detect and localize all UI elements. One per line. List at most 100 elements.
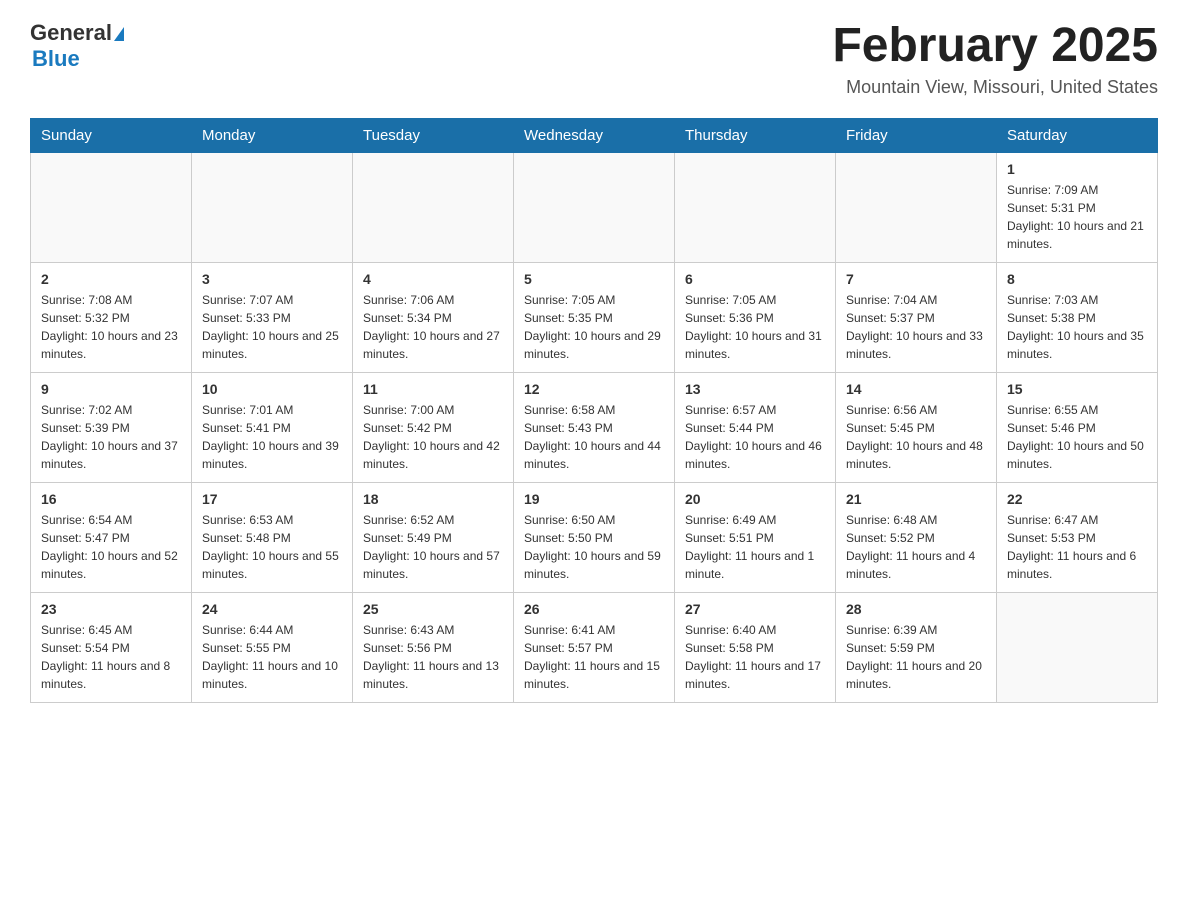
logo-general-text: General xyxy=(30,20,112,46)
day-number: 10 xyxy=(202,381,342,397)
month-title: February 2025 xyxy=(832,20,1158,73)
calendar-cell: 1 Sunrise: 7:09 AM Sunset: 5:31 PM Daylig… xyxy=(997,152,1158,262)
day-number: 16 xyxy=(41,491,181,507)
day-info: Sunrise: 6:49 AM Sunset: 5:51 PM Dayligh… xyxy=(685,511,825,583)
calendar-cell xyxy=(675,152,836,262)
calendar-header-row: SundayMondayTuesdayWednesdayThursdayFrid… xyxy=(31,118,1158,152)
calendar-cell: 7 Sunrise: 7:04 AM Sunset: 5:37 PM Daylig… xyxy=(836,262,997,372)
calendar-cell xyxy=(514,152,675,262)
calendar-cell xyxy=(353,152,514,262)
calendar-cell: 13 Sunrise: 6:57 AM Sunset: 5:44 PM Dayli… xyxy=(675,372,836,482)
logo-triangle-icon xyxy=(114,27,124,41)
calendar-cell xyxy=(997,592,1158,702)
day-info: Sunrise: 6:57 AM Sunset: 5:44 PM Dayligh… xyxy=(685,401,825,473)
day-number: 28 xyxy=(846,601,986,617)
day-info: Sunrise: 7:06 AM Sunset: 5:34 PM Dayligh… xyxy=(363,291,503,363)
day-info: Sunrise: 6:43 AM Sunset: 5:56 PM Dayligh… xyxy=(363,621,503,693)
calendar-cell: 26Sunrise: 6:41 AM Sunset: 5:57 PM Dayli… xyxy=(514,592,675,702)
day-number: 11 xyxy=(363,381,503,397)
calendar-cell: 6 Sunrise: 7:05 AM Sunset: 5:36 PM Daylig… xyxy=(675,262,836,372)
logo: General Blue xyxy=(30,20,126,72)
calendar-cell: 22 Sunrise: 6:47 AM Sunset: 5:53 PM Dayli… xyxy=(997,482,1158,592)
calendar-cell xyxy=(31,152,192,262)
day-info: Sunrise: 7:09 AM Sunset: 5:31 PM Dayligh… xyxy=(1007,181,1147,253)
calendar-cell: 21 Sunrise: 6:48 AM Sunset: 5:52 PM Dayli… xyxy=(836,482,997,592)
calendar-cell: 23 Sunrise: 6:45 AM Sunset: 5:54 PM Dayli… xyxy=(31,592,192,702)
day-header-friday: Friday xyxy=(836,118,997,152)
calendar-cell: 18Sunrise: 6:52 AM Sunset: 5:49 PM Dayli… xyxy=(353,482,514,592)
day-number: 8 xyxy=(1007,271,1147,287)
day-info: Sunrise: 6:40 AM Sunset: 5:58 PM Dayligh… xyxy=(685,621,825,693)
day-header-sunday: Sunday xyxy=(31,118,192,152)
calendar-cell: 19 Sunrise: 6:50 AM Sunset: 5:50 PM Dayli… xyxy=(514,482,675,592)
calendar-cell: 10 Sunrise: 7:01 AM Sunset: 5:41 PM Dayli… xyxy=(192,372,353,482)
day-number: 1 xyxy=(1007,161,1147,177)
day-header-saturday: Saturday xyxy=(997,118,1158,152)
day-number: 27 xyxy=(685,601,825,617)
day-number: 14 xyxy=(846,381,986,397)
day-number: 15 xyxy=(1007,381,1147,397)
title-area: February 2025 Mountain View, Missouri, U… xyxy=(832,20,1158,98)
day-number: 24 xyxy=(202,601,342,617)
day-header-wednesday: Wednesday xyxy=(514,118,675,152)
calendar-cell: 15 Sunrise: 6:55 AM Sunset: 5:46 PM Dayli… xyxy=(997,372,1158,482)
day-info: Sunrise: 6:58 AM Sunset: 5:43 PM Dayligh… xyxy=(524,401,664,473)
day-number: 19 xyxy=(524,491,664,507)
calendar-cell xyxy=(192,152,353,262)
calendar-cell: 27 Sunrise: 6:40 AM Sunset: 5:58 PM Dayli… xyxy=(675,592,836,702)
day-number: 22 xyxy=(1007,491,1147,507)
calendar-cell: 20 Sunrise: 6:49 AM Sunset: 5:51 PM Dayli… xyxy=(675,482,836,592)
day-info: Sunrise: 7:03 AM Sunset: 5:38 PM Dayligh… xyxy=(1007,291,1147,363)
day-number: 6 xyxy=(685,271,825,287)
day-info: Sunrise: 6:55 AM Sunset: 5:46 PM Dayligh… xyxy=(1007,401,1147,473)
calendar-cell: 2 Sunrise: 7:08 AM Sunset: 5:32 PM Daylig… xyxy=(31,262,192,372)
day-info: Sunrise: 7:08 AM Sunset: 5:32 PM Dayligh… xyxy=(41,291,181,363)
day-info: Sunrise: 6:47 AM Sunset: 5:53 PM Dayligh… xyxy=(1007,511,1147,583)
page-header: General Blue February 2025 Mountain View… xyxy=(30,20,1158,98)
day-info: Sunrise: 7:02 AM Sunset: 5:39 PM Dayligh… xyxy=(41,401,181,473)
calendar-cell: 14 Sunrise: 6:56 AM Sunset: 5:45 PM Dayli… xyxy=(836,372,997,482)
day-number: 5 xyxy=(524,271,664,287)
day-header-monday: Monday xyxy=(192,118,353,152)
day-number: 21 xyxy=(846,491,986,507)
calendar-cell: 25Sunrise: 6:43 AM Sunset: 5:56 PM Dayli… xyxy=(353,592,514,702)
logo-blue-text: Blue xyxy=(32,46,80,72)
day-header-tuesday: Tuesday xyxy=(353,118,514,152)
calendar-cell: 28 Sunrise: 6:39 AM Sunset: 5:59 PM Dayli… xyxy=(836,592,997,702)
day-info: Sunrise: 7:04 AM Sunset: 5:37 PM Dayligh… xyxy=(846,291,986,363)
day-number: 12 xyxy=(524,381,664,397)
day-number: 13 xyxy=(685,381,825,397)
week-row-3: 9 Sunrise: 7:02 AM Sunset: 5:39 PM Daylig… xyxy=(31,372,1158,482)
calendar-cell: 24Sunrise: 6:44 AM Sunset: 5:55 PM Dayli… xyxy=(192,592,353,702)
day-info: Sunrise: 6:48 AM Sunset: 5:52 PM Dayligh… xyxy=(846,511,986,583)
day-info: Sunrise: 6:39 AM Sunset: 5:59 PM Dayligh… xyxy=(846,621,986,693)
day-info: Sunrise: 7:05 AM Sunset: 5:36 PM Dayligh… xyxy=(685,291,825,363)
calendar-cell: 3 Sunrise: 7:07 AM Sunset: 5:33 PM Daylig… xyxy=(192,262,353,372)
calendar-cell: 4 Sunrise: 7:06 AM Sunset: 5:34 PM Daylig… xyxy=(353,262,514,372)
calendar-cell: 9 Sunrise: 7:02 AM Sunset: 5:39 PM Daylig… xyxy=(31,372,192,482)
location-text: Mountain View, Missouri, United States xyxy=(832,77,1158,98)
calendar-cell: 17 Sunrise: 6:53 AM Sunset: 5:48 PM Dayli… xyxy=(192,482,353,592)
day-number: 3 xyxy=(202,271,342,287)
day-info: Sunrise: 6:45 AM Sunset: 5:54 PM Dayligh… xyxy=(41,621,181,693)
calendar-cell: 5 Sunrise: 7:05 AM Sunset: 5:35 PM Daylig… xyxy=(514,262,675,372)
day-info: Sunrise: 6:54 AM Sunset: 5:47 PM Dayligh… xyxy=(41,511,181,583)
calendar-cell: 12 Sunrise: 6:58 AM Sunset: 5:43 PM Dayli… xyxy=(514,372,675,482)
day-info: Sunrise: 7:00 AM Sunset: 5:42 PM Dayligh… xyxy=(363,401,503,473)
day-number: 20 xyxy=(685,491,825,507)
day-number: 23 xyxy=(41,601,181,617)
day-info: Sunrise: 7:07 AM Sunset: 5:33 PM Dayligh… xyxy=(202,291,342,363)
day-number: 4 xyxy=(363,271,503,287)
day-number: 9 xyxy=(41,381,181,397)
day-number: 17 xyxy=(202,491,342,507)
week-row-2: 2 Sunrise: 7:08 AM Sunset: 5:32 PM Daylig… xyxy=(31,262,1158,372)
day-info: Sunrise: 6:50 AM Sunset: 5:50 PM Dayligh… xyxy=(524,511,664,583)
calendar-table: SundayMondayTuesdayWednesdayThursdayFrid… xyxy=(30,118,1158,703)
day-info: Sunrise: 6:53 AM Sunset: 5:48 PM Dayligh… xyxy=(202,511,342,583)
day-number: 2 xyxy=(41,271,181,287)
day-info: Sunrise: 7:01 AM Sunset: 5:41 PM Dayligh… xyxy=(202,401,342,473)
day-info: Sunrise: 6:56 AM Sunset: 5:45 PM Dayligh… xyxy=(846,401,986,473)
day-info: Sunrise: 6:41 AM Sunset: 5:57 PM Dayligh… xyxy=(524,621,664,693)
day-info: Sunrise: 7:05 AM Sunset: 5:35 PM Dayligh… xyxy=(524,291,664,363)
day-number: 7 xyxy=(846,271,986,287)
